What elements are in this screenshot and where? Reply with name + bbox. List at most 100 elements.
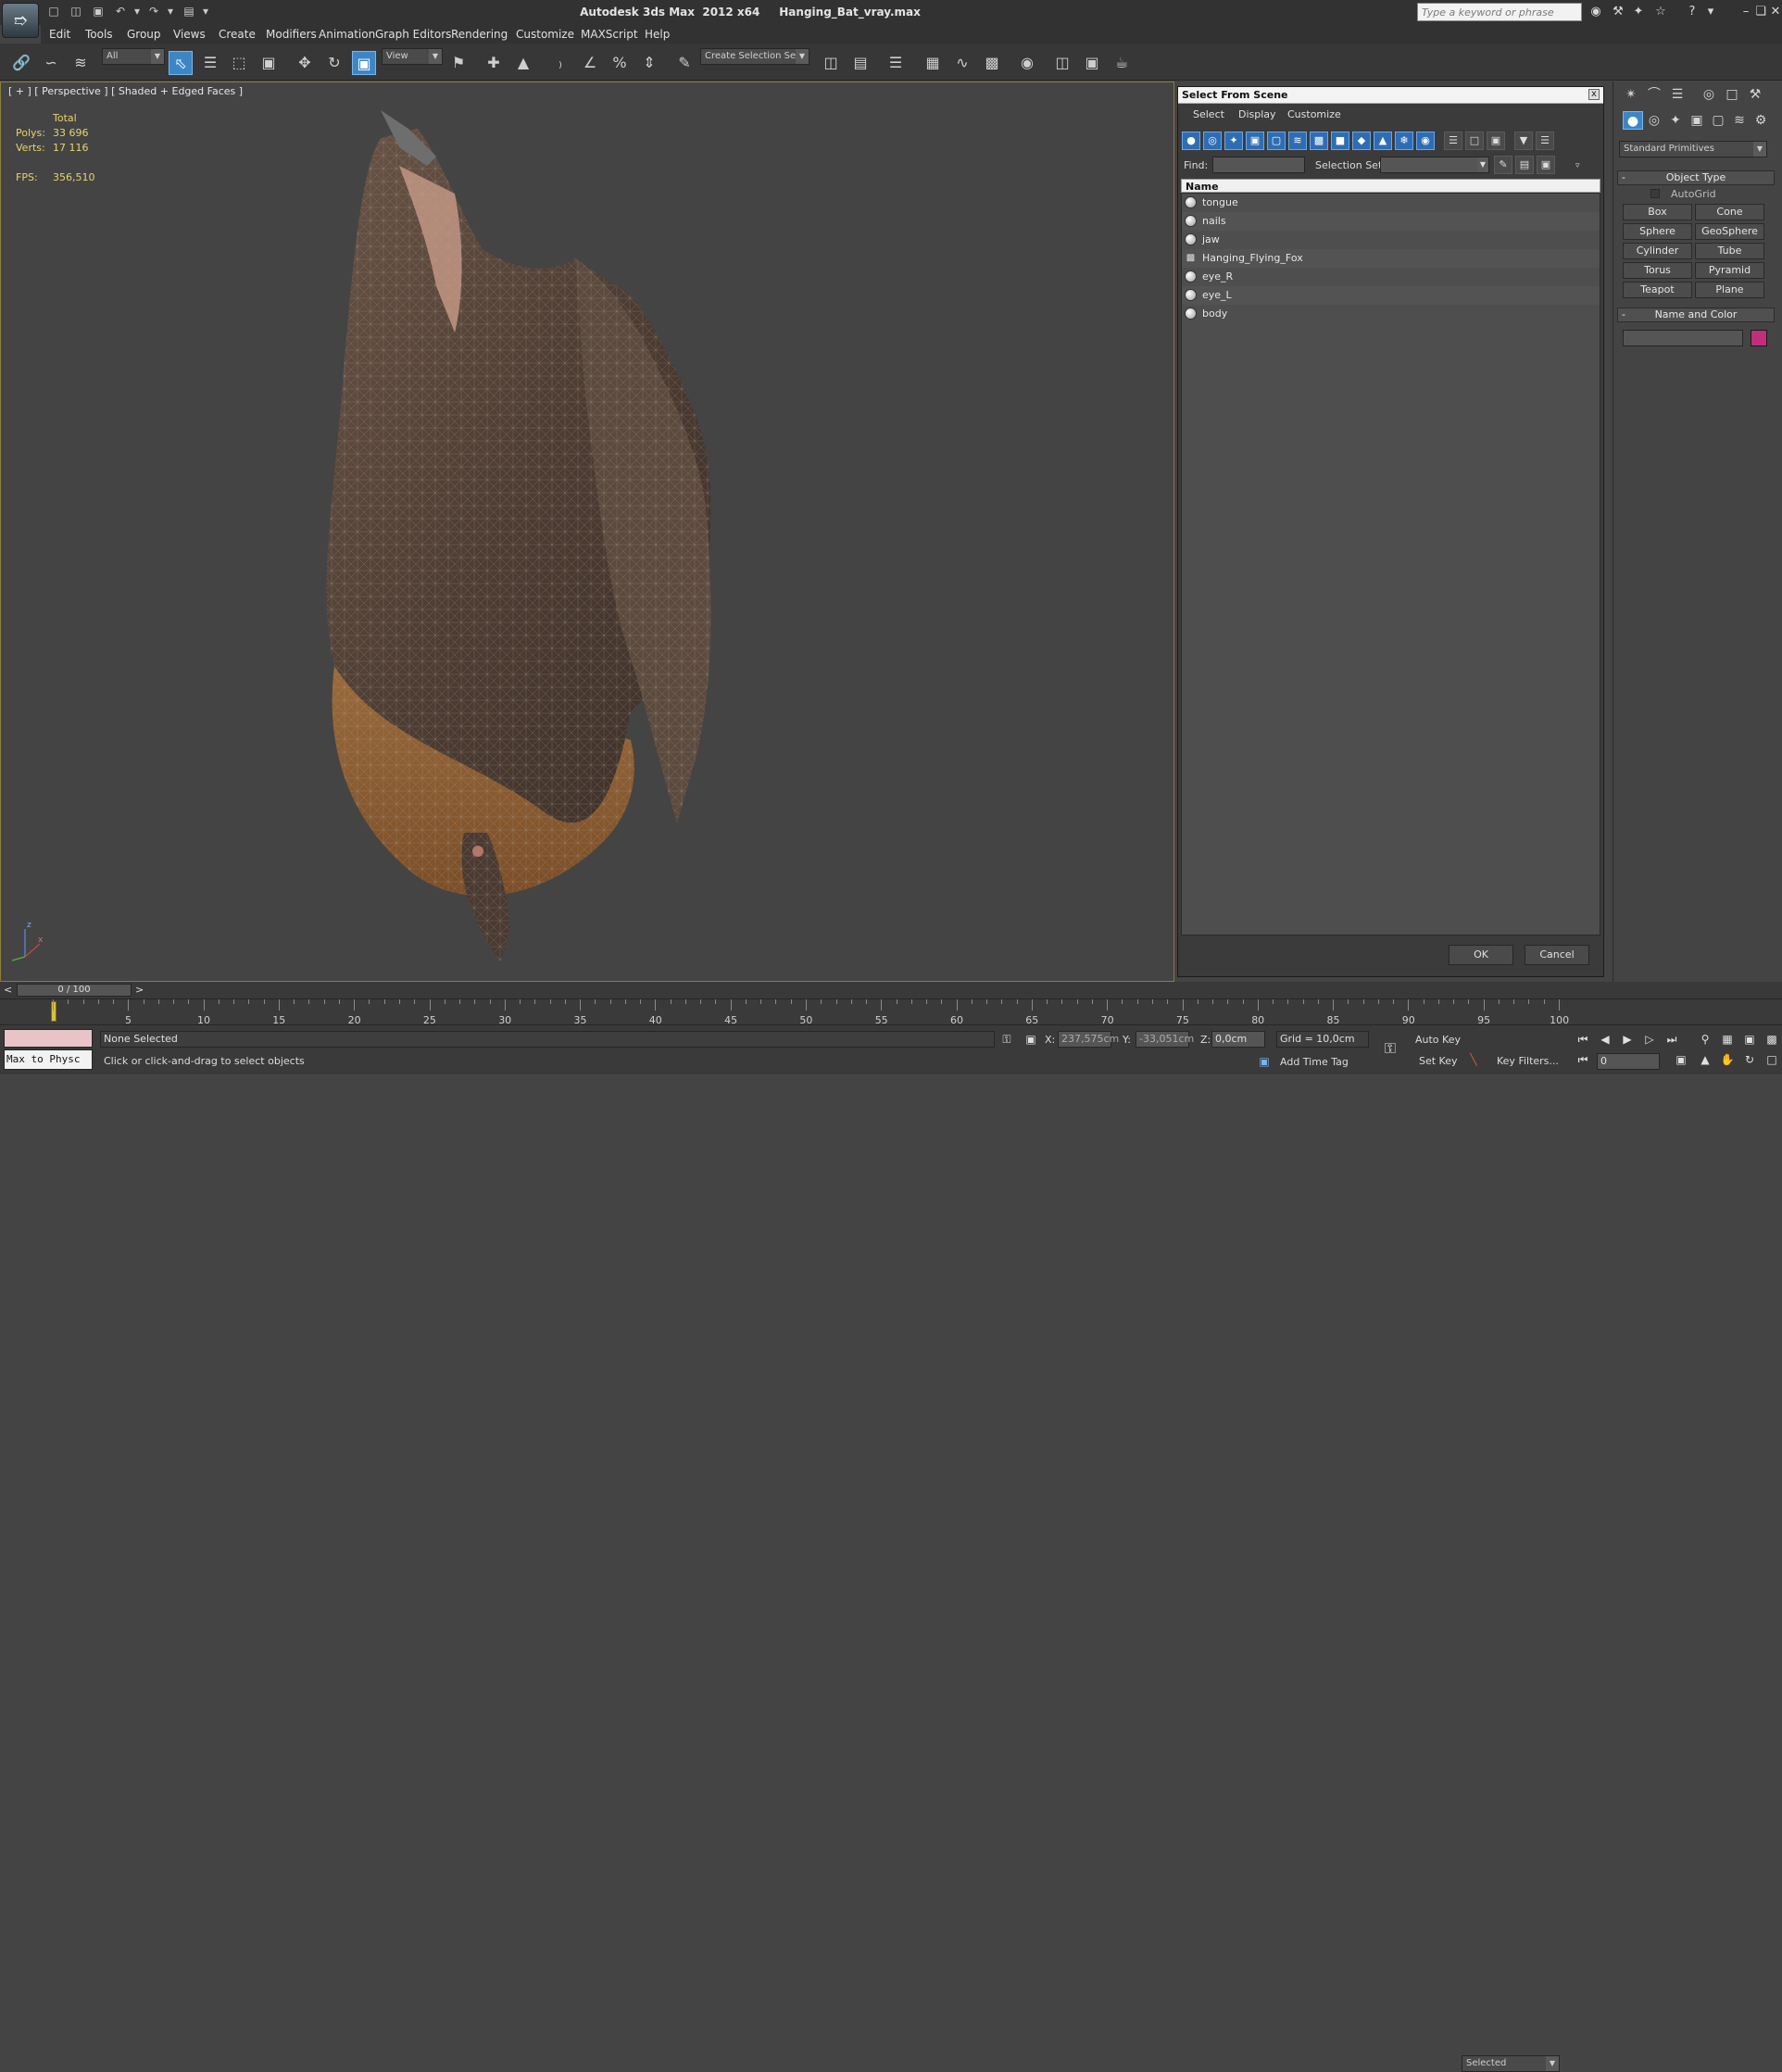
zoom-extents-all-icon[interactable]: ▩ [1763,1031,1780,1048]
community-icon[interactable]: ✦ [1630,4,1647,20]
display-xrefs-icon[interactable]: ■ [1331,132,1349,150]
go-to-start-icon[interactable]: ⏮ [1575,1031,1591,1048]
maxscript-listener-pink[interactable] [4,1029,93,1048]
y-coordinate-field[interactable]: -33,051cm [1136,1031,1194,1048]
helpers-category-icon[interactable]: ▢ [1708,111,1728,130]
set-key-button[interactable]: Set Key [1419,1055,1458,1067]
selection-set-dropdown[interactable]: ▼ [1380,157,1489,173]
shapes-category-icon[interactable]: ◎ [1644,111,1664,130]
field-of-view-icon[interactable]: ▲ [1697,1051,1713,1068]
display-containers-icon[interactable]: ▲ [1374,132,1392,150]
find-input[interactable] [1212,157,1305,173]
lock-selection-icon[interactable]: ⚿ [998,1031,1015,1048]
filter-settings-icon[interactable]: ☰ [1536,132,1554,150]
new-file-icon[interactable]: □ [46,4,61,19]
pan-view-icon[interactable]: ✋ [1719,1051,1736,1068]
list-item[interactable]: body [1182,305,1600,323]
display-shapes-icon[interactable]: ◎ [1203,132,1222,150]
plane-button[interactable]: Plane [1695,282,1764,298]
render-setup-icon[interactable]: ◫ [1050,51,1074,75]
display-helpers-icon[interactable]: ▢ [1267,132,1286,150]
ok-button[interactable]: OK [1449,945,1513,965]
spacewarps-category-icon[interactable]: ≋ [1729,111,1750,130]
select-rotate-icon[interactable]: ↻ [322,51,346,75]
geosphere-button[interactable]: GeoSphere [1695,223,1764,240]
menu-tools[interactable]: Tools [85,28,113,41]
absolute-mode-transform-icon[interactable]: ▣ [1023,1031,1039,1048]
primitive-category-dropdown[interactable]: Standard Primitives ▼ [1619,141,1767,157]
list-item[interactable]: nails [1182,212,1600,231]
cylinder-button[interactable]: Cylinder [1623,243,1692,259]
window-crossing-icon[interactable]: ▣ [257,51,281,75]
undo-icon[interactable]: ↶ [113,4,128,19]
options-dropdown-icon[interactable]: ▿ [1575,161,1580,170]
bat-model[interactable] [325,110,844,972]
percent-snap-icon[interactable]: % [608,51,632,75]
binoculars-icon[interactable]: ◉ [1587,4,1604,20]
viewport-label[interactable]: [ + ] [ Perspective ] [ Shaded + Edged F… [8,85,243,97]
zoom-all-icon[interactable]: ▦ [1719,1031,1736,1048]
select-and-link-icon[interactable]: 🔗 [9,51,33,75]
scene-object-list[interactable]: tongue nails jaw ▩ Hanging_Flying_Fox eye… [1181,193,1600,936]
menu-graph-editors[interactable]: Graph Editors [375,28,451,41]
redo-dropdown-icon[interactable]: ▾ [163,4,178,19]
menu-views[interactable]: Views [173,28,206,41]
list-item[interactable]: tongue [1182,194,1600,212]
menu-edit[interactable]: Edit [49,28,70,41]
autogrid-checkbox[interactable] [1650,189,1660,198]
select-all-icon[interactable]: ☰ [1444,132,1462,150]
3dsmax-logo-icon[interactable]: ➱ [2,3,39,38]
help-icon[interactable]: ? [1684,4,1700,20]
display-lights-icon[interactable]: ✦ [1224,132,1243,150]
quick-access-dropdown-icon[interactable]: ▾ [198,4,213,19]
display-panel-icon[interactable]: □ [1722,85,1742,104]
angle-snap-icon[interactable]: ∠ [578,51,602,75]
display-frozen-icon[interactable]: ❄ [1395,132,1413,150]
box-button[interactable]: Box [1623,204,1692,220]
dialog-title[interactable]: Select From Scene [1178,87,1603,104]
list-item[interactable]: ▩ Hanging_Flying_Fox [1182,249,1600,268]
spinner-snap-icon[interactable]: ⇕ [637,51,661,75]
display-bones-icon[interactable]: ◆ [1352,132,1371,150]
dialog-menu-select[interactable]: Select [1193,108,1224,120]
save-file-icon[interactable]: ▣ [91,4,106,19]
menu-help[interactable]: Help [645,28,670,41]
search-input[interactable]: Type a keyword or phrase [1417,3,1582,21]
redo-icon[interactable]: ↷ [146,4,161,19]
key-filters-button[interactable]: Key Filters... [1497,1055,1559,1067]
perspective-viewport[interactable]: [ + ] [ Perspective ] [ Shaded + Edged F… [0,82,1174,982]
motion-panel-icon[interactable]: ◎ [1699,85,1719,104]
curve-editor-icon[interactable]: ∿ [950,51,974,75]
filter-icon[interactable]: ▼ [1514,132,1533,150]
bind-space-warp-icon[interactable]: ≋ [69,51,93,75]
current-frame-field[interactable]: 0 [1597,1053,1660,1070]
menu-animation[interactable]: Animation [319,28,375,41]
geometry-category-icon[interactable]: ● [1623,111,1643,130]
select-invert-icon[interactable]: ▣ [1487,132,1505,150]
current-frame-marker[interactable] [51,1001,56,1022]
set-key-mode-key-icon[interactable]: ⚿ [1382,1040,1399,1057]
next-frame-button[interactable]: > [135,984,144,996]
next-frame-icon[interactable]: ▷ [1641,1031,1658,1048]
display-hidden-icon[interactable]: ◉ [1416,132,1435,150]
edit-selection-set-icon[interactable]: ▤ [1515,156,1534,174]
z-coordinate-field[interactable]: 0,0cm [1211,1031,1265,1048]
help-dropdown-icon[interactable]: ▾ [1702,4,1719,20]
sphere-button[interactable]: Sphere [1623,223,1692,240]
time-configuration-icon[interactable]: ▣ [1673,1051,1689,1068]
cancel-button[interactable]: Cancel [1525,945,1589,965]
pivot-center-icon[interactable]: ✚ [482,51,506,75]
named-selection-set-dropdown[interactable]: Create Selection Se ▼ [700,48,809,65]
menu-group[interactable]: Group [127,28,161,41]
remove-selection-set-icon[interactable]: ▣ [1537,156,1555,174]
project-folder-icon[interactable]: ▤ [182,4,196,19]
display-cameras-icon[interactable]: ▣ [1246,132,1264,150]
name-and-color-rollout-header[interactable]: - Name and Color [1617,308,1775,322]
time-tag-icon[interactable]: ▣ [1256,1053,1273,1070]
select-by-name-icon[interactable]: ☰ [198,51,222,75]
list-item[interactable]: jaw [1182,231,1600,249]
reference-coordinate-dropdown[interactable]: View ▼ [382,48,443,65]
render-production-icon[interactable]: ☕ [1110,51,1134,75]
torus-button[interactable]: Torus [1623,262,1692,279]
dialog-menu-customize[interactable]: Customize [1287,108,1341,120]
